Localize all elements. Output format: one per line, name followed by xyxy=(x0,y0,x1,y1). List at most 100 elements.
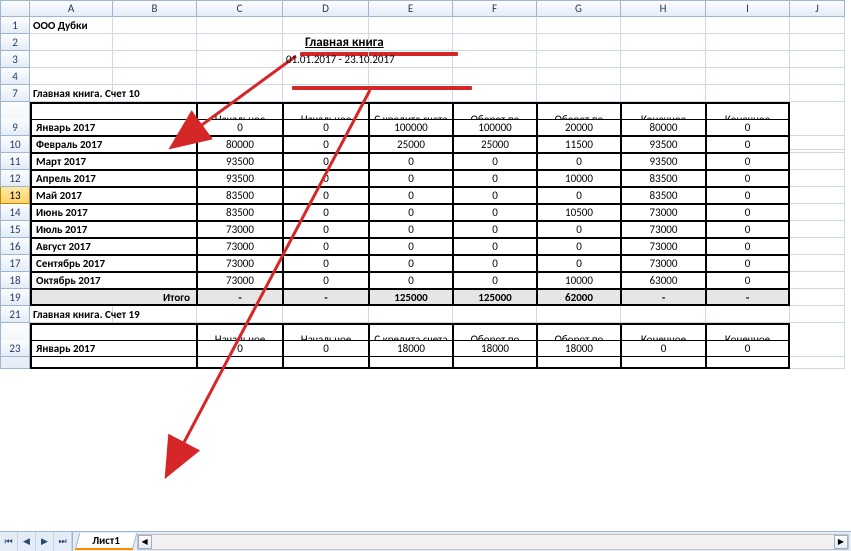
table-cell[interactable]: 0 xyxy=(453,187,537,204)
cell[interactable] xyxy=(790,119,845,136)
table-cell[interactable]: 0 xyxy=(369,170,453,187)
table-cell[interactable]: 0 xyxy=(197,119,283,136)
table-cell[interactable]: 100000 xyxy=(453,119,537,136)
sheet-tab-active[interactable]: Лист1 xyxy=(75,533,137,550)
cell[interactable] xyxy=(30,68,113,85)
cell[interactable] xyxy=(453,68,537,85)
table-cell[interactable]: 0 xyxy=(283,221,369,238)
cell[interactable] xyxy=(790,306,845,323)
table-cell[interactable]: 0 xyxy=(453,255,537,272)
table-cell[interactable]: 0 xyxy=(706,272,790,289)
row-header-1[interactable]: 1 xyxy=(0,17,30,34)
table-cell[interactable]: 0 xyxy=(453,221,537,238)
cell[interactable] xyxy=(790,272,845,289)
table-cell[interactable]: 0 xyxy=(537,255,621,272)
col-header-E[interactable]: E xyxy=(369,0,453,17)
col-header-G[interactable]: G xyxy=(537,0,621,17)
table-cell[interactable]: 0 xyxy=(706,187,790,204)
table-cell[interactable]: 0 xyxy=(706,340,790,357)
company-name[interactable]: ООО Дубки xyxy=(30,17,113,34)
table-cell[interactable]: 0 xyxy=(283,136,369,153)
table-row-month[interactable]: Октябрь 2017 xyxy=(30,272,197,289)
table-cell[interactable]: 100000 xyxy=(369,119,453,136)
table-cell[interactable]: 93500 xyxy=(197,153,283,170)
cell[interactable] xyxy=(706,17,790,34)
cell[interactable] xyxy=(537,306,621,323)
table-cell[interactable]: 0 xyxy=(369,221,453,238)
row-header-18[interactable]: 18 xyxy=(0,272,30,289)
cell[interactable] xyxy=(790,340,845,357)
table-cell[interactable]: 83500 xyxy=(197,204,283,221)
table-row-month[interactable]: Январь 2017 xyxy=(30,119,197,136)
cell[interactable] xyxy=(537,17,621,34)
row-header-15[interactable]: 15 xyxy=(0,221,30,238)
cell[interactable] xyxy=(197,68,283,85)
col-header-D[interactable]: D xyxy=(283,0,369,17)
row-header-17[interactable]: 17 xyxy=(0,255,30,272)
row-header-23[interactable]: 23 xyxy=(0,340,30,357)
col-header-I[interactable]: I xyxy=(706,0,790,17)
table-cell[interactable]: 0 xyxy=(369,204,453,221)
table-cell[interactable]: 25000 xyxy=(453,136,537,153)
cell[interactable] xyxy=(369,85,453,102)
table-cell[interactable]: 0 xyxy=(369,153,453,170)
cell[interactable] xyxy=(537,51,621,68)
cell[interactable] xyxy=(453,17,537,34)
table-cell[interactable]: 93500 xyxy=(621,136,706,153)
row-header-11[interactable]: 11 xyxy=(0,153,30,170)
cell[interactable] xyxy=(113,306,197,323)
table-row-month[interactable]: Сентябрь 2017 xyxy=(30,255,197,272)
table-cell[interactable]: 0 xyxy=(537,238,621,255)
table-row-month[interactable]: Июль 2017 xyxy=(30,221,197,238)
table-cell[interactable]: 0 xyxy=(453,238,537,255)
table-cell[interactable]: 73000 xyxy=(197,255,283,272)
table-cell[interactable]: 73000 xyxy=(621,255,706,272)
cell[interactable] xyxy=(283,85,369,102)
tab-next-button[interactable]: ▶ xyxy=(36,532,54,551)
cell[interactable] xyxy=(706,306,790,323)
col-header-J[interactable]: J xyxy=(790,0,845,17)
table-cell[interactable]: 0 xyxy=(283,272,369,289)
table-row-month[interactable]: Август 2017 xyxy=(30,238,197,255)
cell[interactable] xyxy=(621,51,706,68)
table-cell[interactable]: 0 xyxy=(283,238,369,255)
col-header-C[interactable]: C xyxy=(197,0,283,17)
row-header-13[interactable]: 13 xyxy=(0,187,30,204)
table-cell[interactable]: 0 xyxy=(537,153,621,170)
table-cell[interactable]: 0 xyxy=(706,238,790,255)
cell[interactable] xyxy=(113,68,197,85)
table-cell[interactable]: 0 xyxy=(369,272,453,289)
table-cell[interactable]: 83500 xyxy=(621,187,706,204)
cell[interactable] xyxy=(113,85,197,102)
cell[interactable] xyxy=(197,34,283,51)
cell[interactable] xyxy=(537,34,621,51)
table-cell[interactable]: 18000 xyxy=(369,340,453,357)
table-cell[interactable]: 18000 xyxy=(453,340,537,357)
cell[interactable] xyxy=(790,85,845,102)
cell[interactable] xyxy=(790,51,845,68)
cell[interactable] xyxy=(790,187,845,204)
table-cell[interactable]: 73000 xyxy=(621,238,706,255)
table-row-month[interactable]: Март 2017 xyxy=(30,153,197,170)
table-cell[interactable]: 10000 xyxy=(537,272,621,289)
row-header-14[interactable]: 14 xyxy=(0,204,30,221)
cell[interactable] xyxy=(30,34,113,51)
table-cell[interactable]: 73000 xyxy=(197,221,283,238)
cell[interactable] xyxy=(706,51,790,68)
cell[interactable] xyxy=(790,170,845,187)
row-header-4[interactable]: 4 xyxy=(0,68,30,85)
tab-last-button[interactable]: ⏭ xyxy=(54,532,72,551)
row-header-21[interactable]: 21 xyxy=(0,306,30,323)
row-header-19[interactable]: 19 xyxy=(0,289,30,306)
table-row-month[interactable]: Апрель 2017 xyxy=(30,170,197,187)
cell[interactable] xyxy=(453,306,537,323)
table-cell[interactable]: 0 xyxy=(537,187,621,204)
cell[interactable] xyxy=(621,68,706,85)
table-cell[interactable]: 73000 xyxy=(621,221,706,238)
cell[interactable] xyxy=(453,85,537,102)
col-header-A[interactable]: A xyxy=(30,0,113,17)
table-cell[interactable]: 73000 xyxy=(621,204,706,221)
table-row-month[interactable]: Июнь 2017 xyxy=(30,204,197,221)
row-header-2[interactable]: 2 xyxy=(0,34,30,51)
cell[interactable] xyxy=(113,17,197,34)
